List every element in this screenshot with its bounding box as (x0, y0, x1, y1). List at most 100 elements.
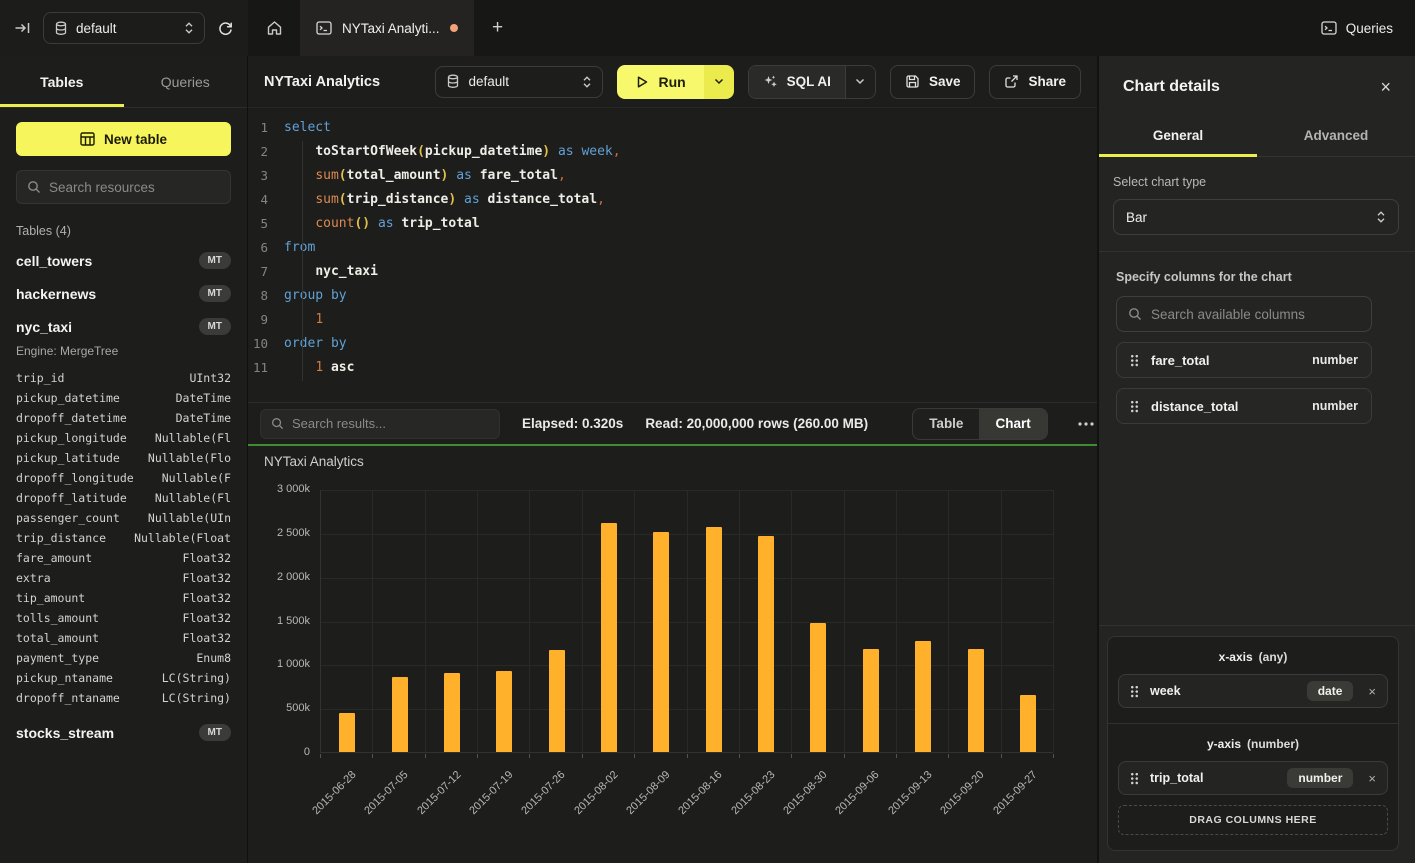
new-tab-button[interactable]: + (474, 0, 522, 56)
sql-ai-button[interactable]: SQL AI (749, 66, 845, 98)
y-axis-tick-label: 1 500k (248, 615, 310, 627)
column-type: Float32 (183, 611, 231, 625)
chart-title: NYTaxi Analytics (264, 454, 364, 469)
chart-bar[interactable] (444, 673, 460, 752)
code-line[interactable]: 8group by (248, 284, 1097, 308)
chart-bar[interactable] (706, 527, 722, 752)
unsaved-dot-icon (450, 24, 458, 32)
chart-bar[interactable] (496, 671, 512, 753)
x-axis-tickmark (1053, 754, 1054, 758)
panel-tab-advanced[interactable]: Advanced (1257, 114, 1415, 156)
code-line[interactable]: 2 toStartOfWeek(pickup_datetime) as week… (248, 140, 1097, 164)
chart-bar[interactable] (339, 713, 355, 752)
drag-handle-icon[interactable] (1130, 400, 1139, 413)
sidebar-tab-tables[interactable]: Tables (0, 56, 124, 107)
table-column-row: dropoff_longitudeNullable(F (16, 468, 231, 488)
table-item[interactable]: stocks_streamMT (16, 716, 231, 749)
line-number: 7 (248, 260, 284, 284)
view-toggle-table[interactable]: Table (913, 409, 979, 439)
column-chip[interactable]: distance_totalnumber (1116, 388, 1372, 424)
code-line[interactable]: 3 sum(total_amount) as fare_total, (248, 164, 1097, 188)
sql-code-lines: 1select2 toStartOfWeek(pickup_datetime) … (248, 116, 1097, 380)
view-toggle-chart[interactable]: Chart (979, 409, 1046, 439)
column-type: Nullable(Float (134, 531, 231, 545)
chart-bar[interactable] (392, 677, 408, 752)
code-line[interactable]: 7 nyc_taxi (248, 260, 1097, 284)
sidebar-search[interactable] (16, 170, 231, 204)
column-name: dropoff_latitude (16, 491, 127, 505)
panel-tab-general[interactable]: General (1099, 114, 1257, 156)
x-axis-column-chip[interactable]: week date × (1118, 674, 1388, 708)
sidebar-search-input[interactable] (49, 180, 220, 195)
table-item[interactable]: hackernewsMT (16, 277, 231, 310)
column-type: UInt32 (189, 371, 231, 385)
table-item[interactable]: nyc_taxiMT (16, 310, 231, 343)
drag-handle-icon[interactable] (1130, 685, 1139, 698)
x-axis-tickmark (320, 754, 321, 758)
chart-bar[interactable] (549, 650, 565, 752)
gridline-vertical (372, 490, 373, 752)
topbar-database-selector[interactable]: default (43, 12, 205, 44)
line-number: 1 (248, 116, 284, 140)
code-line[interactable]: 4 sum(trip_distance) as distance_total, (248, 188, 1097, 212)
save-button[interactable]: Save (890, 65, 976, 99)
chart-bar[interactable] (863, 649, 879, 752)
column-chip[interactable]: fare_totalnumber (1116, 342, 1372, 378)
columns-search-input[interactable] (1151, 307, 1360, 322)
code-line[interactable]: 9 1 (248, 308, 1097, 332)
queries-menu-button[interactable]: Queries (1299, 0, 1415, 56)
table-item[interactable]: cell_towersMT (16, 244, 231, 277)
query-tab-active[interactable]: NYTaxi Analyti... (300, 0, 474, 56)
chart-bar[interactable] (915, 641, 931, 752)
close-panel-button[interactable]: × (1380, 78, 1391, 96)
home-tab-button[interactable] (248, 0, 300, 56)
table-engine-label: Engine: MergeTree (16, 344, 231, 358)
drag-handle-icon[interactable] (1130, 354, 1139, 367)
code-text: 1 asc (284, 356, 354, 380)
share-button[interactable]: Share (989, 65, 1081, 99)
editor-database-selector[interactable]: default (435, 66, 603, 98)
remove-y-axis-column-button[interactable]: × (1368, 771, 1376, 786)
run-options-button[interactable] (704, 65, 734, 99)
columns-search[interactable] (1116, 296, 1372, 332)
drag-columns-drop-zone[interactable]: DRAG COLUMNS HERE (1118, 805, 1388, 835)
sql-ai-options-button[interactable] (845, 66, 875, 98)
refresh-button[interactable] (217, 20, 234, 37)
sidebar-tab-queries[interactable]: Queries (124, 56, 248, 107)
code-line[interactable]: 10order by (248, 332, 1097, 356)
sql-editor[interactable]: 1select2 toStartOfWeek(pickup_datetime) … (248, 108, 1097, 402)
chart-bar[interactable] (601, 523, 617, 752)
results-search-input[interactable] (292, 416, 489, 431)
chart-bar[interactable] (968, 649, 984, 752)
chart-bar[interactable] (758, 536, 774, 752)
drag-handle-icon[interactable] (1130, 772, 1139, 785)
tabstrip: NYTaxi Analyti... + (248, 0, 1299, 56)
code-line[interactable]: 11 1 asc (248, 356, 1097, 380)
results-search[interactable] (260, 409, 500, 439)
code-line[interactable]: 1select (248, 116, 1097, 140)
x-axis-constraint: (any) (1259, 650, 1288, 664)
chart-bar[interactable] (653, 532, 669, 752)
view-toggle: Table Chart (912, 408, 1048, 440)
refresh-icon (217, 20, 234, 37)
new-table-button[interactable]: New table (16, 122, 231, 156)
play-icon (635, 75, 649, 89)
chart-bar[interactable] (810, 623, 826, 752)
code-line[interactable]: 6from (248, 236, 1097, 260)
editor-toolbar: NYTaxi Analytics default Run (248, 56, 1097, 108)
chart-bar[interactable] (1020, 695, 1036, 752)
table-name: stocks_stream (16, 725, 114, 741)
code-line[interactable]: 5 count() as trip_total (248, 212, 1097, 236)
code-text: select (284, 116, 331, 140)
remove-x-axis-column-button[interactable]: × (1368, 684, 1376, 699)
table-column-row: dropoff_ntanameLC(String) (16, 688, 231, 708)
chart-type-select[interactable]: Bar (1113, 199, 1399, 235)
column-chip-name: fare_total (1151, 353, 1210, 368)
x-axis-label: x-axis (1219, 650, 1253, 664)
x-axis-tick-label: 2015-08-23 (729, 769, 777, 817)
y-axis-column-chip[interactable]: trip_total number × (1118, 761, 1388, 795)
read-stat: Read: 20,000,000 rows (260.00 MB) (645, 416, 868, 431)
run-button[interactable]: Run (617, 65, 703, 99)
collapse-sidebar-button[interactable] (14, 20, 31, 36)
y-axis-tick-label: 2 500k (248, 527, 310, 539)
